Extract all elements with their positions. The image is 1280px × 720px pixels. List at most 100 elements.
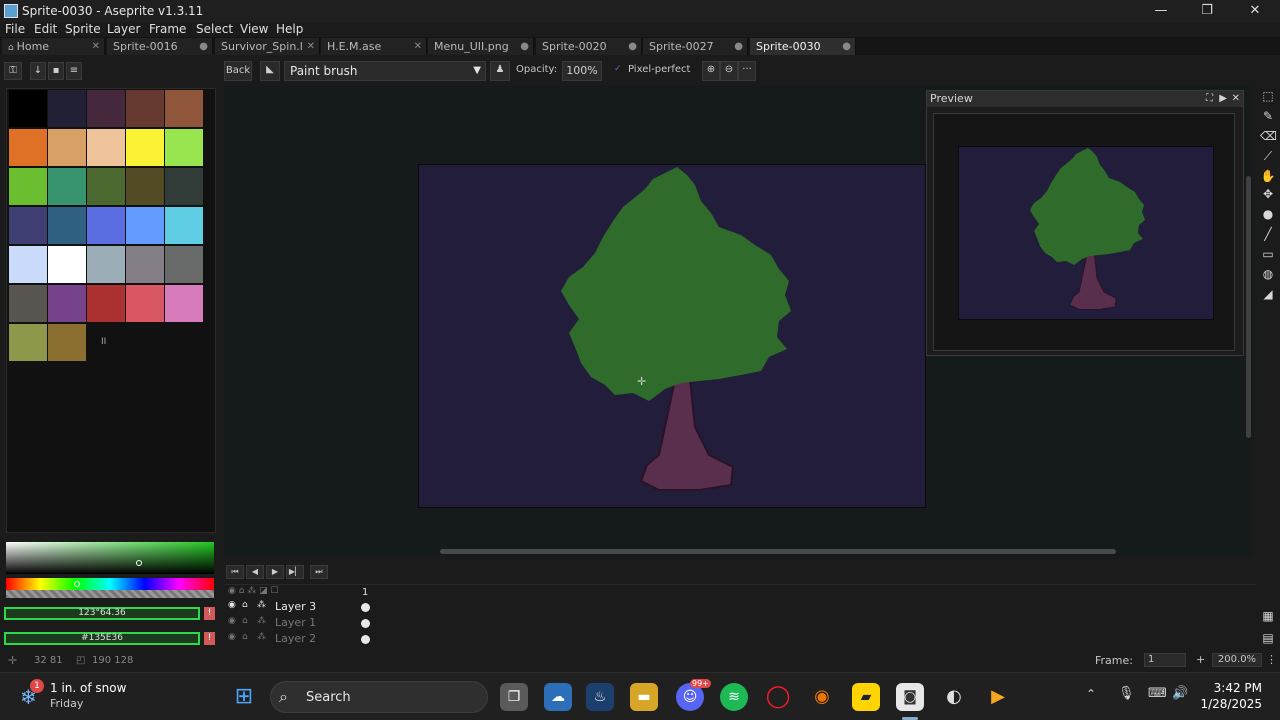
palette-swatch[interactable]: [48, 324, 86, 361]
menu-sprite[interactable]: Sprite: [65, 22, 101, 36]
network-icon[interactable]: ⌨: [1148, 686, 1167, 701]
tab-sprite-0030[interactable]: Sprite-0030 ●: [750, 38, 856, 55]
eye-icon[interactable]: ◉: [228, 616, 236, 626]
menu-layer[interactable]: Layer: [107, 22, 140, 36]
alpha-slider[interactable]: [6, 590, 214, 598]
task-view-icon[interactable]: ❐: [500, 683, 528, 711]
restore-button[interactable]: ❐: [1184, 0, 1230, 22]
brush-select[interactable]: Paint brush ▼: [284, 61, 486, 81]
close-tab-icon[interactable]: ✕: [92, 38, 100, 55]
palette-swatch[interactable]: [87, 90, 125, 127]
palette-swatch[interactable]: [87, 207, 125, 244]
palette-swatch[interactable]: [48, 207, 86, 244]
color-spectrum-sv[interactable]: [6, 542, 214, 574]
menu-edit[interactable]: Edit: [34, 22, 57, 36]
more-options-button[interactable]: ···: [738, 61, 756, 81]
palette-preset-icon[interactable]: ▪: [48, 62, 64, 80]
background-color-field[interactable]: #135E36: [4, 632, 200, 645]
hue-slider[interactable]: [6, 578, 214, 590]
eye-icon[interactable]: ◉: [228, 632, 236, 642]
file-explorer-icon[interactable]: ▬: [630, 683, 658, 711]
zoom-in-icon[interactable]: +: [1196, 653, 1205, 666]
close-button[interactable]: ✕: [1232, 0, 1278, 22]
symmetry-icon[interactable]: ⊕: [702, 61, 720, 81]
palette-swatch[interactable]: [165, 129, 203, 166]
palette-swatch[interactable]: [9, 207, 47, 244]
hue-handle[interactable]: [74, 581, 80, 587]
blender-icon[interactable]: ◉: [808, 683, 836, 711]
move-icon[interactable]: ✥: [1260, 186, 1276, 202]
palette-swatch[interactable]: [165, 168, 203, 205]
modified-dot-icon[interactable]: ●: [520, 38, 529, 55]
palette-swatch[interactable]: [9, 129, 47, 166]
close-icon[interactable]: ✕: [1232, 91, 1240, 107]
palette-swatch[interactable]: [48, 90, 86, 127]
layer-row[interactable]: ◉ ⌂ ⁂ Layer 3: [224, 600, 374, 615]
rectangle-icon[interactable]: ▭: [1260, 246, 1276, 262]
palette-swatch[interactable]: [48, 168, 86, 205]
palette-resize-handle[interactable]: II: [101, 337, 106, 347]
tab-sprite-0027[interactable]: Sprite-0027 ●: [643, 38, 748, 55]
marquee-icon[interactable]: ⬚: [1260, 88, 1276, 104]
widgets-icon[interactable]: ☁: [544, 683, 572, 711]
menu-help[interactable]: Help: [276, 22, 303, 36]
eyedropper-icon[interactable]: ⟋: [1260, 148, 1276, 164]
menu-view[interactable]: View: [240, 22, 268, 36]
palette-swatch[interactable]: [48, 285, 86, 322]
tab-survivor-spin[interactable]: Survivor_Spin.l ✕: [215, 38, 320, 55]
tab-sprite-0020[interactable]: Sprite-0020 ●: [536, 38, 642, 55]
blur-icon[interactable]: ◢: [1260, 286, 1276, 302]
back-button[interactable]: Back: [224, 61, 252, 81]
play-animation-icon[interactable]: ▶: [266, 565, 284, 579]
lock-icon[interactable]: ⌂: [242, 616, 248, 626]
continuous-icon[interactable]: ⁂: [257, 616, 266, 626]
palette-sort-icon[interactable]: ↓: [30, 62, 46, 80]
zoom-input[interactable]: 200.0%: [1212, 653, 1262, 667]
palette-swatch[interactable]: [126, 285, 164, 322]
continuous-icon[interactable]: ⁂: [257, 600, 266, 610]
clock-time[interactable]: 3:42 PM: [1212, 681, 1262, 695]
palette-swatch[interactable]: [9, 285, 47, 322]
line-icon[interactable]: ╱: [1260, 226, 1276, 242]
media-player-icon[interactable]: ▶: [984, 683, 1012, 711]
modified-dot-icon[interactable]: ●: [628, 38, 637, 55]
brush-type-icon[interactable]: ◣: [260, 61, 280, 81]
sticky-notes-icon[interactable]: ▰: [852, 683, 880, 711]
palette-swatch[interactable]: [48, 129, 86, 166]
tab-home[interactable]: ⌂ Home ✕: [2, 38, 105, 55]
palette-swatch[interactable]: [126, 207, 164, 244]
zoom-options-icon[interactable]: ⋮: [1266, 653, 1277, 666]
lock-palette-icon[interactable]: ⚿: [4, 62, 22, 80]
palette-swatch[interactable]: [87, 246, 125, 283]
cel-dot-icon[interactable]: [361, 619, 370, 628]
palette-swatch[interactable]: [126, 129, 164, 166]
chevron-up-icon[interactable]: ⌃: [1086, 687, 1096, 701]
symmetry-horizontal-icon[interactable]: ⊖: [720, 61, 738, 81]
modified-dot-icon[interactable]: ●: [734, 38, 743, 55]
search-box[interactable]: ⌕ Search: [270, 681, 488, 713]
tab-sprite-0016[interactable]: Sprite-0016 ●: [107, 38, 213, 55]
cel-dot-icon[interactable]: [361, 603, 370, 612]
palette-swatch[interactable]: [126, 246, 164, 283]
layers-icon[interactable]: ▤: [1260, 630, 1276, 646]
cel-dot-icon[interactable]: [361, 635, 370, 644]
menu-select[interactable]: Select: [196, 22, 233, 36]
weather-widget[interactable]: ❄ 1 1 in. of snow Friday: [16, 679, 156, 715]
tab-hem[interactable]: H.E.M.ase ✕: [321, 38, 427, 55]
modified-dot-icon[interactable]: ●: [842, 38, 851, 55]
palette-swatch[interactable]: [87, 129, 125, 166]
spotify-icon[interactable]: ≋: [720, 683, 748, 711]
eraser-icon[interactable]: ⌫: [1260, 128, 1277, 144]
close-tab-icon[interactable]: ✕: [414, 38, 422, 55]
palette-swatch[interactable]: [9, 324, 47, 361]
layer-row[interactable]: ◉ ⌂ ⁂ Layer 2: [224, 632, 374, 647]
color-picker-handle[interactable]: [136, 560, 142, 566]
obs-icon[interactable]: ◐: [940, 683, 968, 711]
foreground-color-field[interactable]: 123°64.36: [4, 607, 200, 620]
timeline-toggle-icon[interactable]: ▦: [1260, 608, 1276, 624]
checkbox-icon[interactable]: ✓: [614, 64, 622, 74]
eye-icon[interactable]: ◉: [228, 600, 236, 610]
next-frame-icon[interactable]: ▶▏: [286, 565, 304, 579]
sprite-canvas[interactable]: ✛: [418, 164, 926, 508]
palette-swatch[interactable]: [87, 285, 125, 322]
